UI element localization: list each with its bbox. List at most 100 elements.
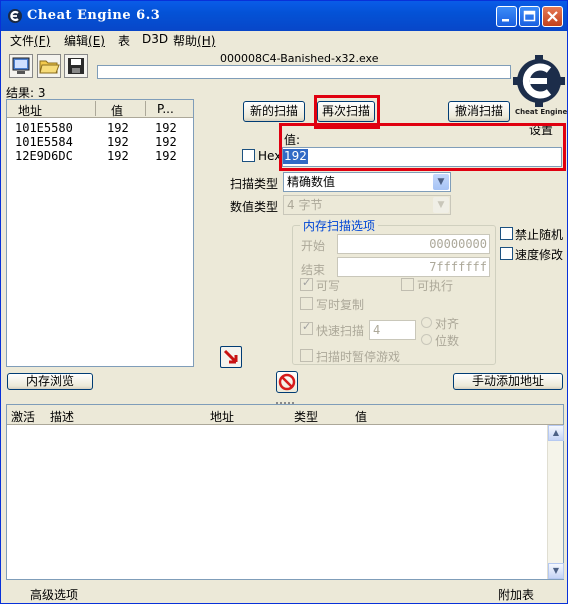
process-name: 000008C4-Banished-x32.exe <box>220 52 379 65</box>
minimize-button[interactable] <box>496 6 517 27</box>
address-table-header: 激活 描述 地址 类型 值 <box>7 405 563 425</box>
found-value: 192 <box>107 135 129 149</box>
pause-game-label: 扫描时暂停游戏 <box>316 350 401 364</box>
header-value[interactable]: 值 <box>111 102 123 119</box>
fast-scan-label: 快速扫描 <box>316 324 365 338</box>
main-window: Cheat Engine 6.3 文件(F) 编辑(E) 表 D3D 帮助(H)… <box>0 0 568 604</box>
stop-address-input[interactable]: 7fffffff <box>337 257 490 277</box>
computer-process-icon <box>12 57 30 74</box>
value-type-label: 数值类型 <box>230 200 279 214</box>
found-row[interactable]: 101E5584 192 192 <box>7 135 193 149</box>
found-address: 101E5580 <box>15 121 73 135</box>
logo-caption: Cheat Engine <box>515 108 568 116</box>
add-to-list-button[interactable] <box>220 346 242 368</box>
memory-scan-options-title: 内存扫描选项 <box>300 217 379 234</box>
title-bar[interactable]: Cheat Engine 6.3 <box>1 1 567 31</box>
header-separator <box>145 101 146 116</box>
save-disk-icon <box>68 58 84 74</box>
copy-on-write-checkbox[interactable] <box>300 297 313 310</box>
open-folder-icon <box>39 60 60 74</box>
hex-checkbox[interactable] <box>242 149 255 162</box>
maximize-icon <box>523 10 536 22</box>
found-value: 192 <box>107 149 129 163</box>
clear-list-button[interactable] <box>276 371 298 393</box>
speed-hack-checkbox[interactable] <box>500 247 513 260</box>
select-process-button[interactable] <box>9 54 33 78</box>
scan-type-value: 精确数值 <box>287 175 336 189</box>
found-list-header: 地址 值 P... <box>7 100 193 118</box>
menu-edit[interactable]: 编辑(E) <box>64 32 105 49</box>
header-address[interactable]: 地址 <box>18 102 42 119</box>
last-digits-radio[interactable] <box>421 334 432 345</box>
pause-game-checkbox[interactable] <box>300 349 313 362</box>
undo-scan-button[interactable]: 撤消扫描 <box>448 101 510 122</box>
found-row[interactable]: 101E5580 192 192 <box>7 121 193 135</box>
first-scan-button[interactable]: 新的扫描 <box>243 101 305 122</box>
header-description[interactable]: 描述 <box>50 408 74 425</box>
scroll-up-icon[interactable]: ▲ <box>548 425 564 441</box>
disable-random-label: 禁止随机 <box>515 228 564 242</box>
found-address-list[interactable]: 地址 值 P... 101E5580 192 192 101E5584 192 … <box>6 99 194 367</box>
copy-on-write-label: 写时复制 <box>316 298 365 312</box>
table-extras-button[interactable]: 附加表 <box>498 586 534 603</box>
hex-label: Hex <box>258 149 282 163</box>
stop-icon <box>278 373 296 391</box>
header-address[interactable]: 地址 <box>210 408 234 425</box>
scan-type-select[interactable]: 精确数值 ▼ <box>283 172 451 192</box>
open-file-button[interactable] <box>37 54 61 78</box>
splitter-handle[interactable] <box>1 395 567 404</box>
chevron-down-icon: ▼ <box>433 174 449 190</box>
header-active[interactable]: 激活 <box>11 408 35 425</box>
scan-progress-bar <box>97 65 511 79</box>
menu-bar: 文件(F) 编辑(E) 表 D3D 帮助(H) <box>1 31 567 49</box>
executable-checkbox[interactable] <box>401 278 414 291</box>
value-type-select[interactable]: 4 字节 ▼ <box>283 195 451 215</box>
menu-file[interactable]: 文件(F) <box>10 32 50 49</box>
writable-checkbox[interactable] <box>300 276 313 291</box>
found-previous: 192 <box>155 121 177 135</box>
maximize-button[interactable] <box>519 6 540 27</box>
close-icon <box>547 11 558 22</box>
close-button[interactable] <box>542 6 563 27</box>
found-row[interactable]: 12E9D6DC 192 192 <box>7 149 193 163</box>
start-label: 开始 <box>301 239 326 253</box>
highlight-value-input <box>279 123 566 171</box>
header-type[interactable]: 类型 <box>294 408 318 425</box>
found-address: 101E5584 <box>15 135 73 149</box>
fast-scan-checkbox[interactable] <box>300 320 313 335</box>
save-file-button[interactable] <box>64 54 88 78</box>
header-value[interactable]: 值 <box>355 408 367 425</box>
window-title: Cheat Engine 6.3 <box>27 8 161 23</box>
menu-table[interactable]: 表 <box>118 32 130 49</box>
writable-label: 可写 <box>316 279 341 293</box>
cheat-engine-app-icon <box>8 9 22 23</box>
address-table[interactable]: 激活 描述 地址 类型 值 ▲ ▼ <box>6 404 564 580</box>
menu-d3d[interactable]: D3D <box>142 32 168 46</box>
chevron-down-icon: ▼ <box>433 197 449 213</box>
last-digits-label: 位数 <box>435 334 460 348</box>
add-address-manually-button[interactable]: 手动添加地址 <box>453 373 563 390</box>
found-value: 192 <box>107 121 129 135</box>
status-bar: 高级选项 附加表 <box>1 584 567 604</box>
disable-random-checkbox[interactable] <box>500 227 513 240</box>
alignment-radio[interactable] <box>421 317 432 328</box>
scan-type-label: 扫描类型 <box>230 177 279 191</box>
memory-view-button[interactable]: 内存浏览 <box>7 373 93 390</box>
found-previous: 192 <box>155 149 177 163</box>
menu-help[interactable]: 帮助(H) <box>173 32 215 49</box>
found-address: 12E9D6DC <box>15 149 73 163</box>
value-type-value: 4 字节 <box>287 198 323 212</box>
start-address-input[interactable]: 00000000 <box>337 234 490 254</box>
executable-label: 可执行 <box>417 279 454 293</box>
advanced-options-button[interactable]: 高级选项 <box>30 586 78 603</box>
scroll-down-icon[interactable]: ▼ <box>548 563 564 579</box>
speed-hack-label: 速度修改 <box>515 248 564 262</box>
alignment-label: 对齐 <box>435 317 460 331</box>
header-separator <box>95 101 96 116</box>
fast-scan-alignment-input[interactable]: 4 <box>369 320 416 340</box>
minimize-icon <box>502 19 509 22</box>
vertical-scrollbar[interactable]: ▲ ▼ <box>547 425 564 579</box>
header-previous[interactable]: P... <box>157 102 174 116</box>
red-arrow-icon <box>223 349 238 364</box>
found-previous: 192 <box>155 135 177 149</box>
